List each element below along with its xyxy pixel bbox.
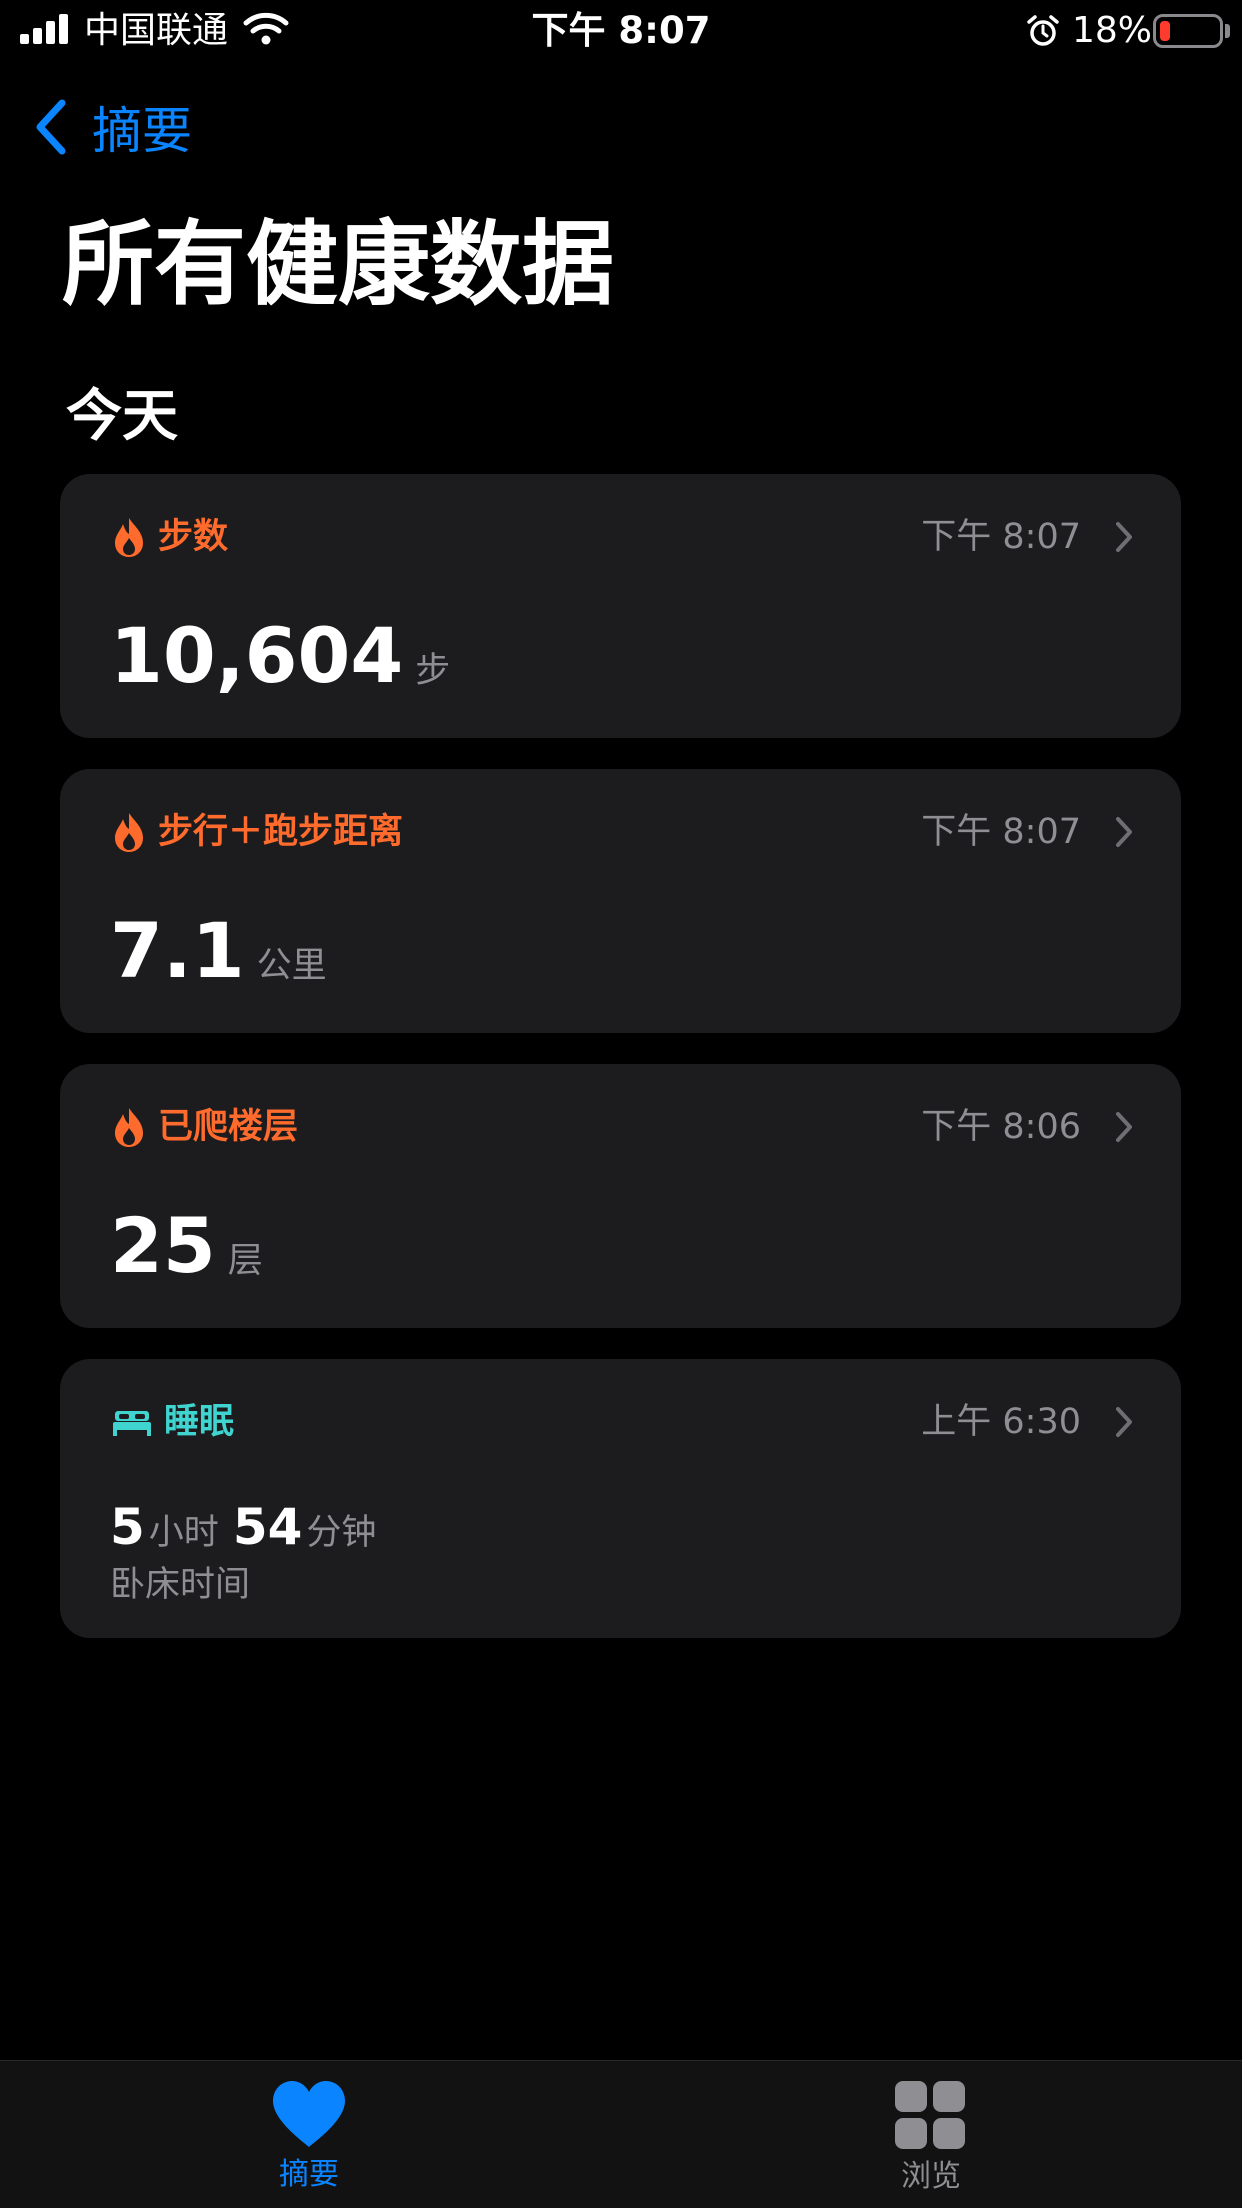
tab-summary[interactable]: 摘要 xyxy=(209,2079,409,2193)
card-header: 步行＋跑步距离 xyxy=(112,807,403,857)
steps-unit: 步 xyxy=(415,651,451,691)
flights-value: 25 xyxy=(110,1201,216,1290)
card-title: 已爬楼层 xyxy=(158,1107,299,1147)
card-title: 步行＋跑步距离 xyxy=(158,812,404,852)
flame-icon xyxy=(115,1108,143,1147)
card-header: 睡眠 xyxy=(112,1397,234,1447)
card-time: 下午 8:07 xyxy=(921,517,1081,557)
battery-cap xyxy=(1225,24,1230,38)
chevron-right-icon xyxy=(1116,817,1132,847)
status-bar: 中国联通 下午 8:07 18% xyxy=(0,0,1242,62)
tab-browse[interactable]: 浏览 xyxy=(831,2079,1031,2195)
chevron-right-icon xyxy=(1116,522,1132,552)
back-button-label: 摘要 xyxy=(92,102,192,160)
tab-browse-label: 浏览 xyxy=(901,2159,961,2194)
card-title: 步数 xyxy=(158,517,229,557)
heart-icon xyxy=(273,2081,345,2147)
grid-icon xyxy=(895,2081,965,2149)
flights-unit: 层 xyxy=(227,1241,263,1281)
sleep-subtitle: 卧床时间 xyxy=(110,1565,251,1605)
back-button[interactable]: 摘要 xyxy=(32,92,192,162)
sleep-hours-unit: 小时 xyxy=(148,1513,219,1553)
card-value-row: 25 层 xyxy=(110,1204,263,1288)
steps-value: 10,604 xyxy=(110,611,404,700)
card-header: 已爬楼层 xyxy=(112,1102,298,1152)
card-header: 步数 xyxy=(112,512,228,562)
chevron-right-icon xyxy=(1116,1407,1132,1437)
battery-level-fill xyxy=(1160,21,1170,41)
card-time: 上午 6:30 xyxy=(921,1402,1081,1442)
card-value-row: 10,604 步 xyxy=(110,614,450,698)
alarm-icon xyxy=(1027,15,1059,46)
chevron-right-icon xyxy=(1116,1112,1132,1142)
flame-icon xyxy=(115,518,143,557)
battery-icon xyxy=(1153,14,1223,48)
sleep-card[interactable]: 睡眠 上午 6:30 5 小时 54 分钟 卧床时间 xyxy=(60,1359,1181,1638)
card-time: 下午 8:07 xyxy=(921,812,1081,852)
battery-percent: 18% xyxy=(1072,10,1153,51)
card-title: 睡眠 xyxy=(164,1402,235,1442)
card-time: 下午 8:06 xyxy=(921,1107,1081,1147)
page-title: 所有健康数据 xyxy=(62,211,615,318)
bed-icon xyxy=(113,1411,151,1436)
chevron-left-icon xyxy=(36,99,66,155)
card-value-row: 7.1 公里 xyxy=(110,909,327,993)
distance-value: 7.1 xyxy=(110,906,245,995)
flame-icon xyxy=(115,813,143,852)
section-header-today: 今天 xyxy=(66,384,178,449)
distance-unit: 公里 xyxy=(256,946,327,986)
sleep-hours-value: 5 xyxy=(110,1498,145,1556)
distance-card[interactable]: 步行＋跑步距离 下午 8:07 7.1 公里 xyxy=(60,769,1181,1033)
screen: 中国联通 下午 8:07 18% 摘要 所有健康数据 今天 步数 下午 8:07… xyxy=(0,0,1242,2208)
steps-card[interactable]: 步数 下午 8:07 10,604 步 xyxy=(60,474,1181,738)
sleep-duration: 5 小时 54 分钟 xyxy=(110,1497,390,1557)
tab-summary-label: 摘要 xyxy=(279,2157,339,2192)
sleep-minutes-value: 54 xyxy=(232,1498,303,1556)
tab-bar: 摘要 浏览 xyxy=(0,2060,1242,2208)
sleep-minutes-unit: 分钟 xyxy=(306,1513,377,1553)
flights-climbed-card[interactable]: 已爬楼层 下午 8:06 25 层 xyxy=(60,1064,1181,1328)
